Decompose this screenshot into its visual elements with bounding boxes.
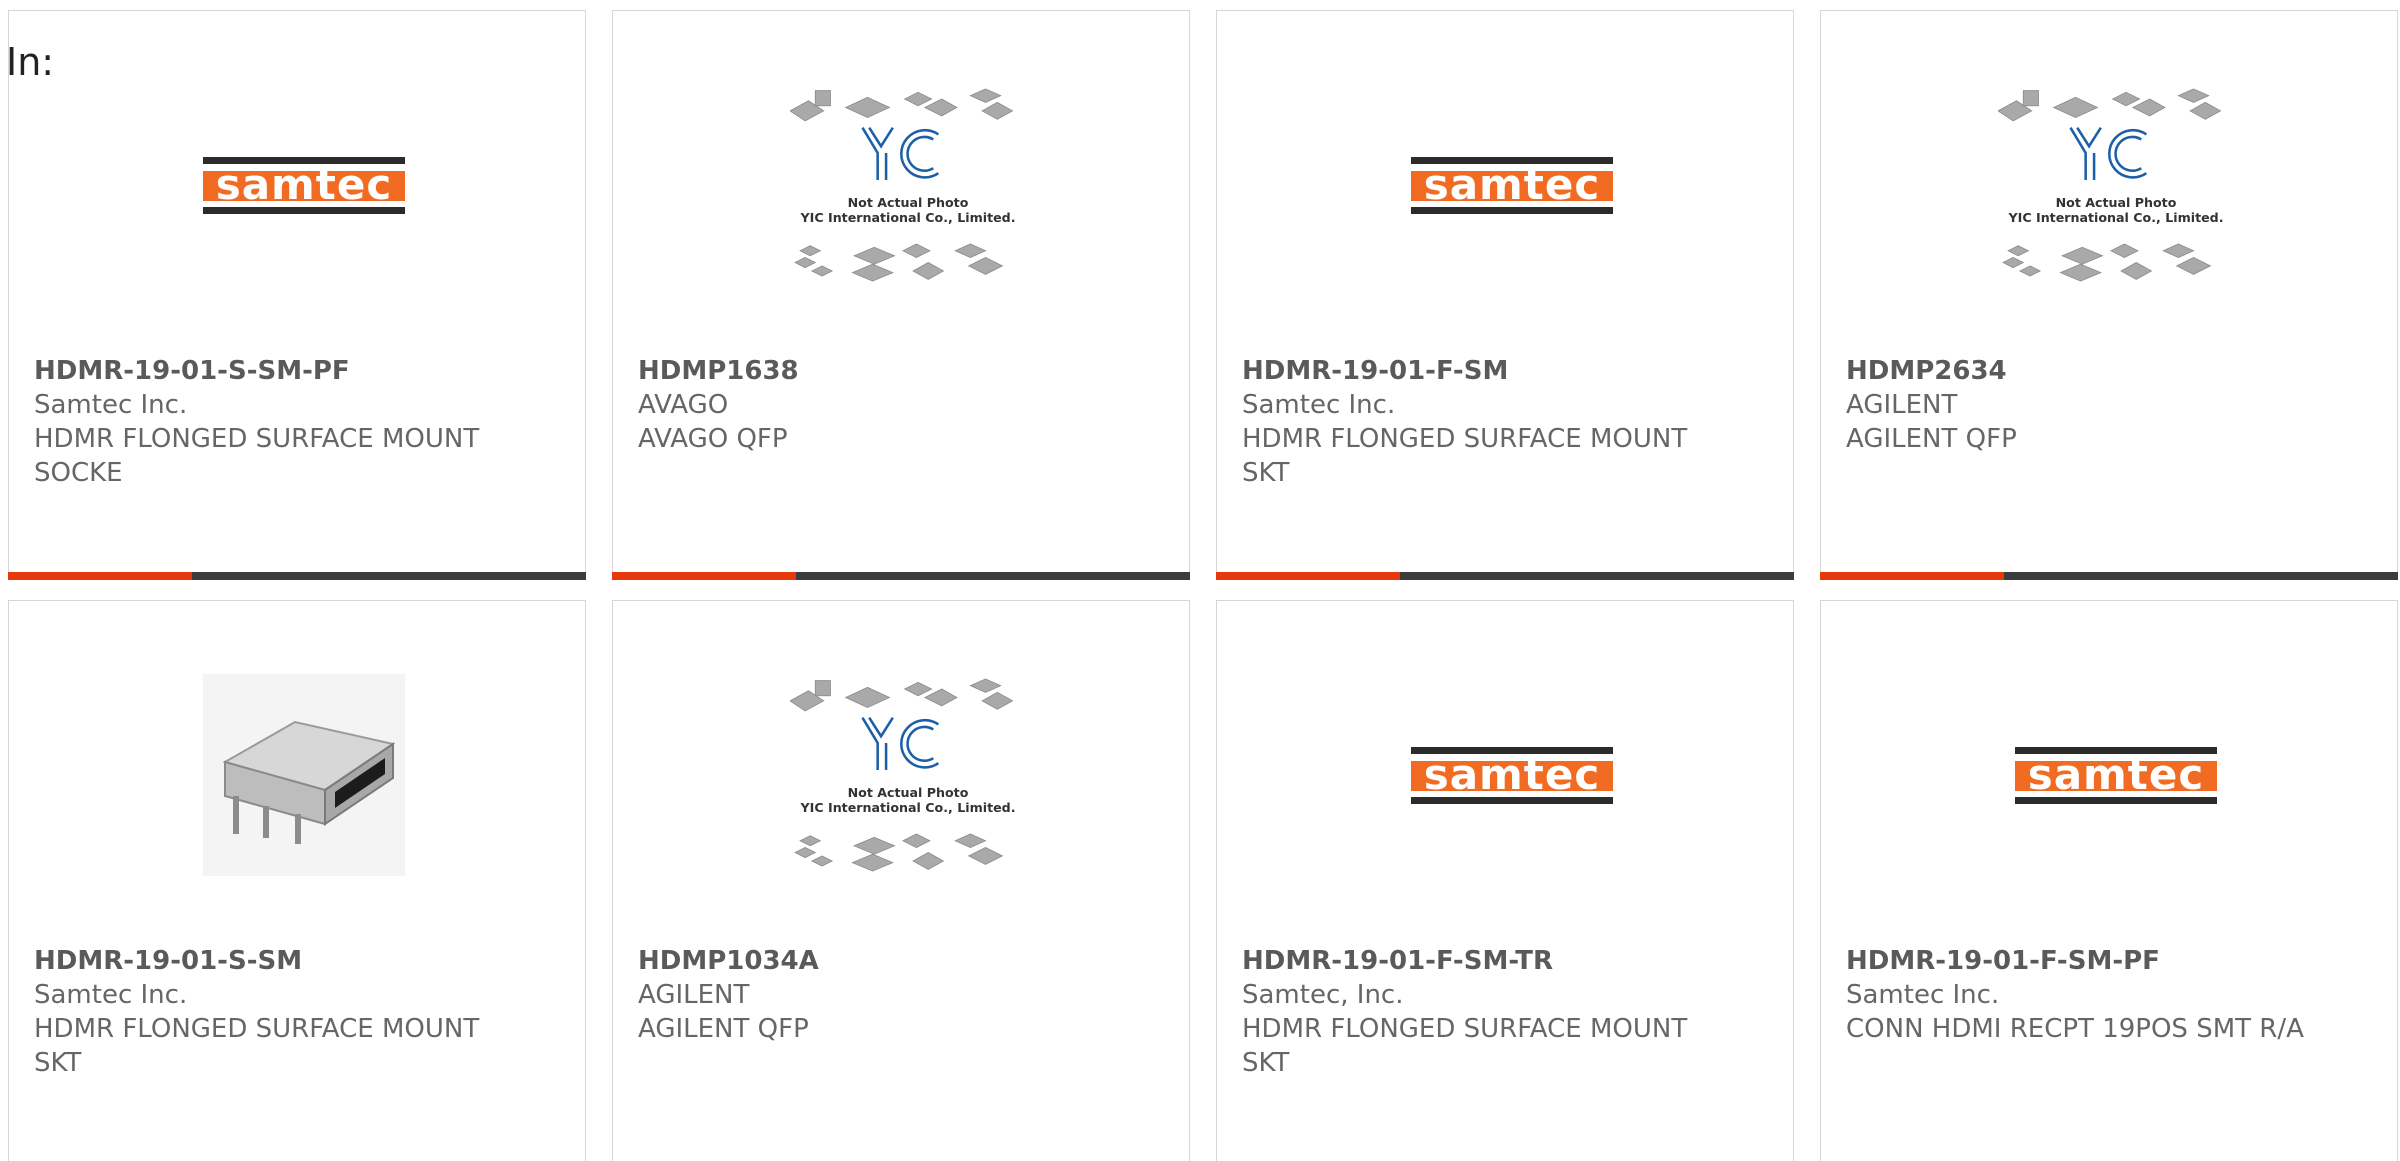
product-image[interactable]: Not Actual Photo YIC International Co., … bbox=[1998, 67, 2234, 303]
product-image[interactable]: samtec bbox=[1394, 67, 1630, 303]
product-grid-page: In: samtec HDMR-19-01-S-SM-PF Samtec Inc… bbox=[0, 0, 2400, 1161]
card-bottom-bar bbox=[1820, 572, 2398, 580]
in-label: In: bbox=[6, 40, 55, 84]
description: HDMR FLONGED SURFACE MOUNT SOCKE bbox=[34, 424, 480, 488]
samtec-logo: samtec bbox=[1411, 746, 1613, 804]
part-number-link[interactable]: HDMP1638 bbox=[638, 354, 1138, 388]
description: AGILENT QFP bbox=[1846, 424, 2017, 454]
product-image[interactable]: Not Actual Photo YIC International Co., … bbox=[790, 657, 1026, 893]
part-number-link[interactable]: HDMR-19-01-F-SM bbox=[1242, 354, 1742, 388]
samtec-logo: samtec bbox=[2015, 746, 2217, 804]
product-card[interactable]: samtec HDMR-19-01-F-SM Samtec Inc. HDMR … bbox=[1216, 10, 1794, 580]
description: AVAGO QFP bbox=[638, 424, 788, 454]
product-image[interactable]: Not Actual Photo YIC International Co., … bbox=[790, 67, 1026, 303]
manufacturer: Samtec Inc. bbox=[1846, 980, 2000, 1010]
part-number-link[interactable]: HDMR-19-01-S-SM-PF bbox=[34, 354, 534, 388]
product-image[interactable]: samtec bbox=[1998, 657, 2234, 893]
not-actual-photo-placeholder: Not Actual Photo YIC International Co., … bbox=[790, 88, 1016, 282]
placeholder-line-2: YIC International Co., Limited. bbox=[800, 210, 1016, 225]
description: AGILENT QFP bbox=[638, 1014, 809, 1044]
not-actual-photo-placeholder: Not Actual Photo YIC International Co., … bbox=[790, 678, 1016, 872]
product-card[interactable]: HDMR-19-01-S-SM Samtec Inc. HDMR FLONGED… bbox=[8, 600, 586, 1161]
manufacturer: Samtec, Inc. bbox=[1242, 980, 1404, 1010]
product-image[interactable] bbox=[186, 657, 422, 893]
card-bottom-bar bbox=[8, 572, 586, 580]
description: HDMR FLONGED SURFACE MOUNT SKT bbox=[1242, 1014, 1688, 1078]
part-number-link[interactable]: HDMP1034A bbox=[638, 944, 1138, 978]
placeholder-line-2: YIC International Co., Limited. bbox=[2008, 210, 2224, 225]
part-number-link[interactable]: HDMR-19-01-S-SM bbox=[34, 944, 534, 978]
manufacturer: AVAGO bbox=[638, 390, 729, 420]
placeholder-line-2: YIC International Co., Limited. bbox=[800, 800, 1016, 815]
samtec-logo: samtec bbox=[1411, 156, 1613, 214]
samtec-logo: samtec bbox=[203, 156, 405, 214]
placeholder-line-1: Not Actual Photo bbox=[848, 195, 969, 210]
description: CONN HDMI RECPT 19POS SMT R/A bbox=[1846, 1014, 2304, 1044]
description: HDMR FLONGED SURFACE MOUNT SKT bbox=[1242, 424, 1688, 488]
product-image[interactable]: samtec bbox=[1394, 657, 1630, 893]
hdmi-connector-photo bbox=[203, 674, 405, 876]
placeholder-line-1: Not Actual Photo bbox=[848, 785, 969, 800]
manufacturer: Samtec Inc. bbox=[34, 980, 188, 1010]
part-number-link[interactable]: HDMP2634 bbox=[1846, 354, 2346, 388]
product-card[interactable]: samtec HDMR-19-01-S-SM-PF Samtec Inc. HD… bbox=[8, 10, 586, 580]
placeholder-line-1: Not Actual Photo bbox=[2056, 195, 2177, 210]
manufacturer: Samtec Inc. bbox=[1242, 390, 1396, 420]
card-bottom-bar bbox=[612, 572, 1190, 580]
product-card[interactable]: samtec HDMR-19-01-F-SM-PF Samtec Inc. CO… bbox=[1820, 600, 2398, 1161]
manufacturer: AGILENT bbox=[638, 980, 750, 1010]
manufacturer: Samtec Inc. bbox=[34, 390, 188, 420]
card-bottom-bar bbox=[1216, 572, 1794, 580]
product-card[interactable]: Not Actual Photo YIC International Co., … bbox=[612, 600, 1190, 1161]
product-grid: samtec HDMR-19-01-S-SM-PF Samtec Inc. HD… bbox=[8, 10, 2400, 1161]
product-card[interactable]: Not Actual Photo YIC International Co., … bbox=[1820, 10, 2398, 580]
part-number-link[interactable]: HDMR-19-01-F-SM-TR bbox=[1242, 944, 1742, 978]
not-actual-photo-placeholder: Not Actual Photo YIC International Co., … bbox=[1998, 88, 2224, 282]
part-number-link[interactable]: HDMR-19-01-F-SM-PF bbox=[1846, 944, 2346, 978]
product-image[interactable]: samtec bbox=[186, 67, 422, 303]
product-card[interactable]: samtec HDMR-19-01-F-SM-TR Samtec, Inc. H… bbox=[1216, 600, 1794, 1161]
description: HDMR FLONGED SURFACE MOUNT SKT bbox=[34, 1014, 480, 1078]
product-card[interactable]: Not Actual Photo YIC International Co., … bbox=[612, 10, 1190, 580]
manufacturer: AGILENT bbox=[1846, 390, 1958, 420]
